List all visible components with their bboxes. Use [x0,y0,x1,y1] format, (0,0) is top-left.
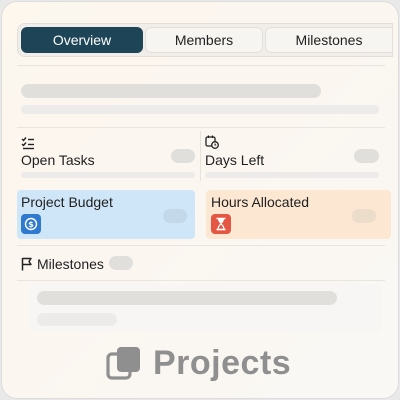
card-value-skeleton [352,209,376,223]
card-project-budget[interactable]: Project Budget $ [17,190,195,239]
tab-overview[interactable]: Overview [21,27,143,53]
tab-milestones[interactable]: Milestones [265,27,393,53]
title-skeleton [21,84,321,98]
stat-bar-skeleton [205,172,379,178]
stat-label-days-left: Days Left [205,152,265,168]
card-title: Project Budget [21,194,113,210]
milestone-title-skeleton [37,291,337,305]
projects-watermark: Projects [105,341,291,385]
app-frame: Overview Members Milestones Open Tasks D… [1,1,399,399]
tab-bar: Overview Members Milestones [17,23,393,57]
hourglass-icon [211,214,231,234]
tab-members[interactable]: Members [145,27,263,53]
stat-value-skeleton [354,149,379,163]
card-hours-allocated[interactable]: Hours Allocated [206,190,391,239]
divider [17,245,385,246]
dollar-coin-icon: $ [21,214,41,234]
checklist-icon [21,137,34,150]
flag-icon [21,257,32,271]
card-value-skeleton [163,209,187,223]
milestones-title: Milestones [37,256,104,272]
milestone-item [29,284,381,332]
stat-label-open-tasks: Open Tasks [21,152,95,168]
milestones-count-skeleton [109,256,133,270]
divider [17,65,385,66]
divider [200,131,201,181]
subtitle-skeleton [21,105,379,114]
copy-windows-icon [106,347,140,380]
card-title: Hours Allocated [211,194,310,210]
watermark-label: Projects [153,343,292,382]
calendar-clock-icon [205,135,219,149]
stat-bar-skeleton [21,172,195,178]
divider [17,127,385,128]
milestone-subtitle-skeleton [37,313,117,326]
stat-value-skeleton [171,149,195,163]
divider [17,280,385,281]
svg-text:$: $ [28,220,34,229]
